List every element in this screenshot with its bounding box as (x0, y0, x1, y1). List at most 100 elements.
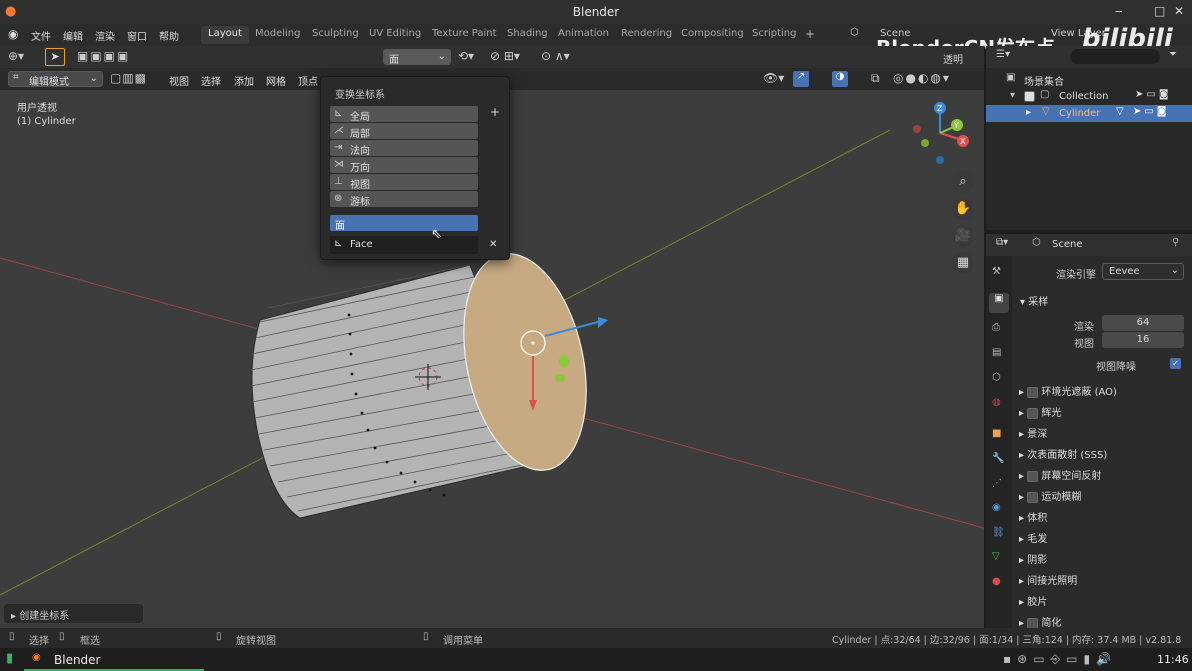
tab-sculpting[interactable]: Sculpting (305, 26, 366, 44)
menu-file[interactable]: 文件 (31, 28, 51, 43)
orientation-face-selected[interactable]: 面 (330, 215, 478, 232)
panel-bloom-checkbox[interactable] (1027, 407, 1039, 419)
pan-hand-icon[interactable]: ✋ (952, 198, 974, 220)
gizmo-toggle-icon[interactable]: ↗ (793, 71, 809, 87)
panel-film[interactable]: ▸ 胶片 (1019, 593, 1047, 608)
render-samples-field[interactable]: 64 (1102, 315, 1184, 331)
start-menu-icon[interactable]: ▮ (6, 651, 13, 666)
panel-hair[interactable]: ▸ 毛发 (1019, 530, 1047, 545)
outliner-editor-icon[interactable]: ☰▾ (996, 49, 1010, 60)
taskbar-blender-item[interactable]: ◉ Blender (24, 648, 204, 671)
collection-row[interactable]: ▾ ▢ Collection ➤▭◙ (986, 88, 1192, 105)
tab-uv-editing[interactable]: UV Editing (362, 26, 428, 44)
select-tool-icon[interactable]: ➤ (45, 48, 65, 66)
tab-rendering[interactable]: Rendering (614, 26, 679, 44)
grid-view-icon[interactable]: ▦ (952, 252, 974, 274)
panel-shadows[interactable]: ▸ 阴影 (1019, 551, 1047, 566)
orientation-normal[interactable]: ⇥ 法向 (330, 140, 478, 157)
object-tab-icon[interactable]: ■ (992, 428, 1001, 439)
orientation-cursor[interactable]: ⊗ 游标 (330, 191, 478, 208)
panel-bloom[interactable]: ▸ 辉光 (1019, 404, 1061, 419)
orientation-gimbal[interactable]: ⋊ 万向 (330, 157, 478, 174)
remove-orientation-button[interactable]: ✕ (489, 239, 497, 250)
shading-modes-icons[interactable]: ◎●◐◍▾ (893, 71, 951, 85)
tab-shading[interactable]: Shading (500, 26, 555, 44)
sampling-header[interactable]: ▾ 采样 (1020, 293, 1048, 308)
overlay-toggle-icon[interactable]: ◑ (832, 71, 848, 87)
filter-icon[interactable]: ⏷ (1169, 49, 1177, 60)
custom-orientation-name-field[interactable]: ⊾ Face (330, 236, 478, 254)
render-engine-dropdown[interactable]: Eevee ⌄ (1102, 263, 1184, 280)
menu-select[interactable]: 选择 (201, 73, 221, 88)
tab-scripting[interactable]: Scripting (745, 26, 803, 44)
navigation-gizmo[interactable]: Z X Y (905, 98, 977, 170)
outliner-search[interactable] (1070, 49, 1160, 64)
visibility-icon[interactable]: 👁▾ (763, 71, 784, 85)
snap-icon[interactable]: ⊘ ⊞▾ (490, 49, 520, 63)
restrict-icons[interactable]: ➤▭◙ (1135, 89, 1172, 100)
create-orientation-panel[interactable]: ▸ 创建坐标系 (4, 604, 143, 623)
panel-simplify-checkbox[interactable] (1027, 617, 1039, 629)
mode-dropdown[interactable]: ⌗ 编辑模式 ⌄ (8, 71, 103, 88)
minimize-button[interactable]: ‒ (1115, 4, 1123, 18)
pivot-icon[interactable]: ⟲▾ (458, 49, 474, 63)
panel-motion-blur-checkbox[interactable] (1027, 491, 1039, 503)
viewport-denoise-checkbox[interactable]: ✓ (1170, 358, 1181, 369)
transparent-label[interactable]: 透明 (943, 51, 963, 66)
tab-texture-paint[interactable]: Texture Paint (425, 26, 504, 44)
physics-tab-icon[interactable]: ◉ (992, 502, 1001, 513)
pin-icon[interactable]: ⚲ (1172, 237, 1179, 248)
maximize-button[interactable]: □ (1154, 4, 1165, 18)
tray-icons[interactable]: ▪⊛▭⎆▭▮🔊 (1003, 652, 1117, 667)
panel-motion-blur[interactable]: ▸ 运动模糊 (1019, 488, 1081, 503)
menu-edit[interactable]: 编辑 (63, 28, 83, 43)
tab-modeling[interactable]: Modeling (248, 26, 308, 44)
data-tab-icon[interactable]: ▽ (992, 551, 1000, 562)
output-tab-icon[interactable]: ⎙ (992, 322, 1000, 333)
menu-render[interactable]: 渲染 (95, 28, 115, 43)
render-tab-icon[interactable]: ▣ (989, 293, 1009, 313)
panel-volumetrics[interactable]: ▸ 体积 (1019, 509, 1047, 524)
restrict-icons[interactable]: ▽ ➤▭◙ (1116, 106, 1169, 117)
scene-collection-label[interactable]: 场景集合 (1024, 73, 1064, 88)
orientation-global[interactable]: ⊾ 全局 (330, 106, 478, 123)
xray-icon[interactable]: ⧉ (871, 71, 880, 86)
scene-selector-icon[interactable]: ⬡ (850, 27, 859, 38)
zoom-icon[interactable]: ⌕ (952, 171, 974, 193)
scene-tab-icon[interactable]: ⬡ (992, 372, 1001, 383)
tab-compositing[interactable]: Compositing (674, 26, 751, 44)
panel-sss[interactable]: ▸ 次表面散射 (SSS) (1019, 446, 1107, 461)
collection-checkbox[interactable] (1024, 91, 1035, 102)
orientation-dropdown[interactable]: 面 ⌄ (383, 49, 451, 66)
material-tab-icon[interactable]: ● (992, 576, 1001, 587)
orientation-view[interactable]: ⊥ 视图 (330, 174, 478, 191)
menu-mesh[interactable]: 网格 (266, 73, 286, 88)
cylinder-row[interactable]: ▸ ▽ Cylinder ▽ ➤▭◙ (986, 105, 1192, 122)
modifier-tab-icon[interactable]: 🔧 (992, 453, 1004, 464)
close-button[interactable]: ✕ (1174, 4, 1184, 18)
blender-menu-icon[interactable]: ◉ (8, 27, 18, 41)
tool-tab-icon[interactable]: ⚒ (992, 266, 1001, 277)
menu-add[interactable]: 添加 (234, 73, 254, 88)
select-mode-toggle-icons[interactable]: ▢▥▩ (110, 71, 147, 85)
editor-type-icon[interactable]: ⊕▾ (8, 49, 24, 63)
constraints-tab-icon[interactable]: ⛓ (992, 527, 1005, 538)
properties-editor-icon[interactable]: ⧉▾ (996, 237, 1008, 248)
add-workspace-button[interactable]: + (805, 27, 815, 41)
world-tab-icon[interactable]: ◍ (992, 397, 1001, 408)
panel-ao-checkbox[interactable] (1027, 386, 1039, 398)
particles-tab-icon[interactable]: ⋰ (992, 478, 1002, 489)
expand-arrow-icon[interactable]: ▾ (1010, 90, 1015, 101)
panel-ssr[interactable]: ▸ 屏幕空间反射 (1019, 467, 1101, 482)
tab-layout[interactable]: Layout (201, 26, 249, 44)
camera-icon[interactable]: 🎥 (952, 225, 974, 247)
panel-dof[interactable]: ▸ 景深 (1019, 425, 1047, 440)
menu-help[interactable]: 帮助 (159, 28, 179, 43)
orientation-local[interactable]: ⋌ 局部 (330, 123, 478, 140)
panel-indirect-lighting[interactable]: ▸ 间接光照明 (1019, 572, 1077, 587)
menu-window[interactable]: 窗口 (127, 28, 147, 43)
view-layer-tab-icon[interactable]: ▤ (992, 347, 1001, 358)
expand-arrow-icon[interactable]: ▸ (1026, 107, 1031, 118)
select-mode-icons[interactable]: ▣▣▣▣ (77, 49, 130, 63)
menu-vertex[interactable]: 顶点 (298, 73, 318, 88)
